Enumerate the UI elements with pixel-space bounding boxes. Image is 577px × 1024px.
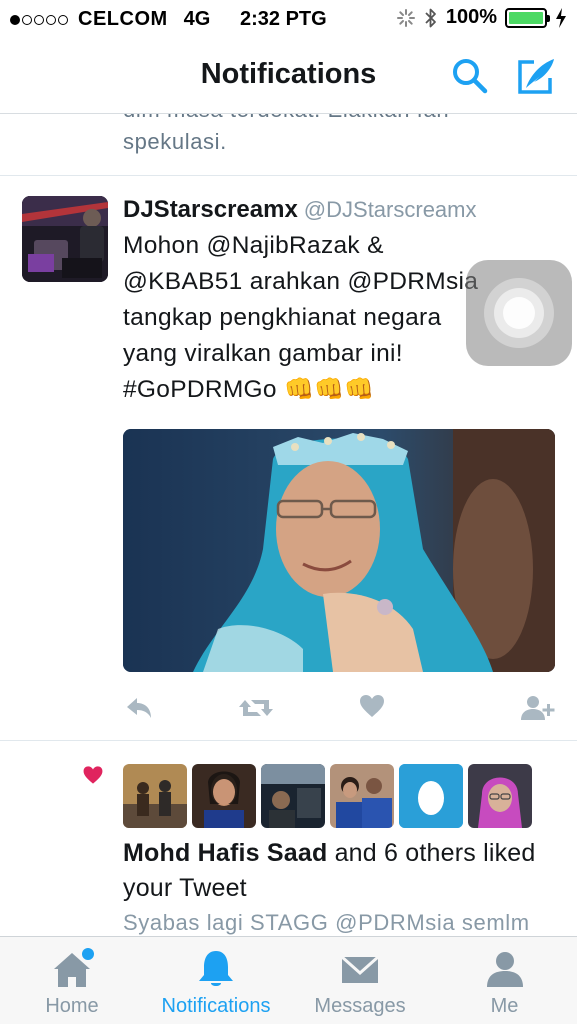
charging-bolt-icon [556,7,566,28]
avatar-image [123,764,187,828]
follow-button[interactable] [519,692,555,724]
envelope-icon [341,955,379,983]
avatar[interactable] [468,764,532,828]
avatar[interactable] [192,764,256,828]
signal-dot [58,14,68,25]
avatar-image [192,764,256,828]
photo-image [123,429,555,672]
navigation-bar: Notifications [0,38,577,114]
previous-tweet-line: dlm masa terdekat. Elakkan fan [123,114,563,126]
status-right: 100% [396,6,567,29]
battery-icon [505,7,550,28]
status-time: 2:32 PTG [240,8,327,30]
tab-bar: Home Notifications Messages Me [0,936,577,1024]
tab-label: Home [45,995,99,1017]
signal-strength-icon [10,14,68,25]
previous-tweet[interactable]: dlm masa terdekat. Elakkan fan spekulasi… [0,114,577,176]
tab-label: Me [490,995,519,1017]
tweet-author-handle[interactable]: @DJStarscreamx [304,197,477,222]
reply-button[interactable] [123,692,157,724]
avatar-image [261,764,325,828]
compose-icon [518,59,554,94]
avatar[interactable] [22,196,108,282]
signal-dot [34,14,44,25]
tab-label: Messages [314,995,406,1017]
liker-name[interactable]: Mohd Hafis Saad [123,839,327,867]
bell-icon [199,951,233,986]
tab-notifications[interactable]: Notifications [144,937,288,1024]
like-button[interactable] [358,692,388,724]
reply-icon [127,698,151,718]
avatar-image [330,764,394,828]
avatar[interactable] [399,764,463,828]
status-bar: CELCOM 4G 2:32 PTG 100% [0,0,577,38]
liked-tweet-preview: Syabas lagi STAGG @PDRMsia semlm [123,910,530,935]
carrier-name: CELCOM [78,8,168,30]
signal-dot [46,14,56,25]
previous-tweet-line: spekulasi. [123,129,227,154]
assistive-touch-center [503,297,535,329]
tweet-header: DJStarscreamx @DJStarscreamx [123,196,477,224]
search-icon [453,59,488,94]
signal-dot [10,14,20,25]
follow-icon [521,696,555,720]
like-notification[interactable]: Mohd Hafis Saad and 6 others liked your … [0,742,577,937]
tab-home[interactable]: Home [0,937,144,1024]
signal-dot [22,14,32,25]
tweet-text-line: Mohon @NajibRazak & [123,232,384,259]
previous-tweet-text: dlm masa terdekat. Elakkan fan spekulasi… [123,114,563,158]
avatar[interactable] [261,764,325,828]
fist-emoji: 👊 [283,376,315,403]
person-icon [486,952,523,987]
tweet-media-image[interactable] [123,429,555,672]
fist-emoji: 👊 [314,376,345,403]
page-title: Notifications [200,58,377,90]
assistive-touch-button[interactable] [466,260,572,366]
default-egg-avatar-icon [399,764,463,828]
heart-icon [83,766,103,784]
like-notification-text: Mohd Hafis Saad and 6 others liked your … [123,836,563,906]
activity-spinner-icon [396,8,415,27]
tweet-hashtag[interactable]: #GoPDRMGo [123,376,277,403]
avatar[interactable] [330,764,394,828]
retweet-button[interactable] [237,692,277,724]
bluetooth-icon [425,8,436,27]
tweet-actions [123,692,563,726]
fist-emoji: 👊 [344,376,375,403]
avatar[interactable] [123,764,187,828]
battery-level [509,11,543,24]
search-button[interactable] [450,56,490,96]
tab-messages[interactable]: Messages [288,937,432,1024]
tweet-text-line: #GoPDRMGo 👊👊👊 [123,372,563,408]
home-icon [54,948,94,987]
network-type: 4G [183,8,211,30]
avatar-image [22,196,108,282]
retweet-icon [239,700,273,716]
compose-button[interactable] [514,56,558,98]
battery-percent: 100% [445,6,497,28]
status-left: CELCOM 4G [10,8,210,31]
liker-avatars [123,764,532,828]
tweet-author-name[interactable]: DJStarscreamx [123,196,298,223]
tab-me[interactable]: Me [432,937,577,1024]
avatar-image [468,764,532,828]
notification-badge-dot [82,948,94,960]
tab-label: Notifications [161,995,271,1017]
like-icon [360,695,384,717]
